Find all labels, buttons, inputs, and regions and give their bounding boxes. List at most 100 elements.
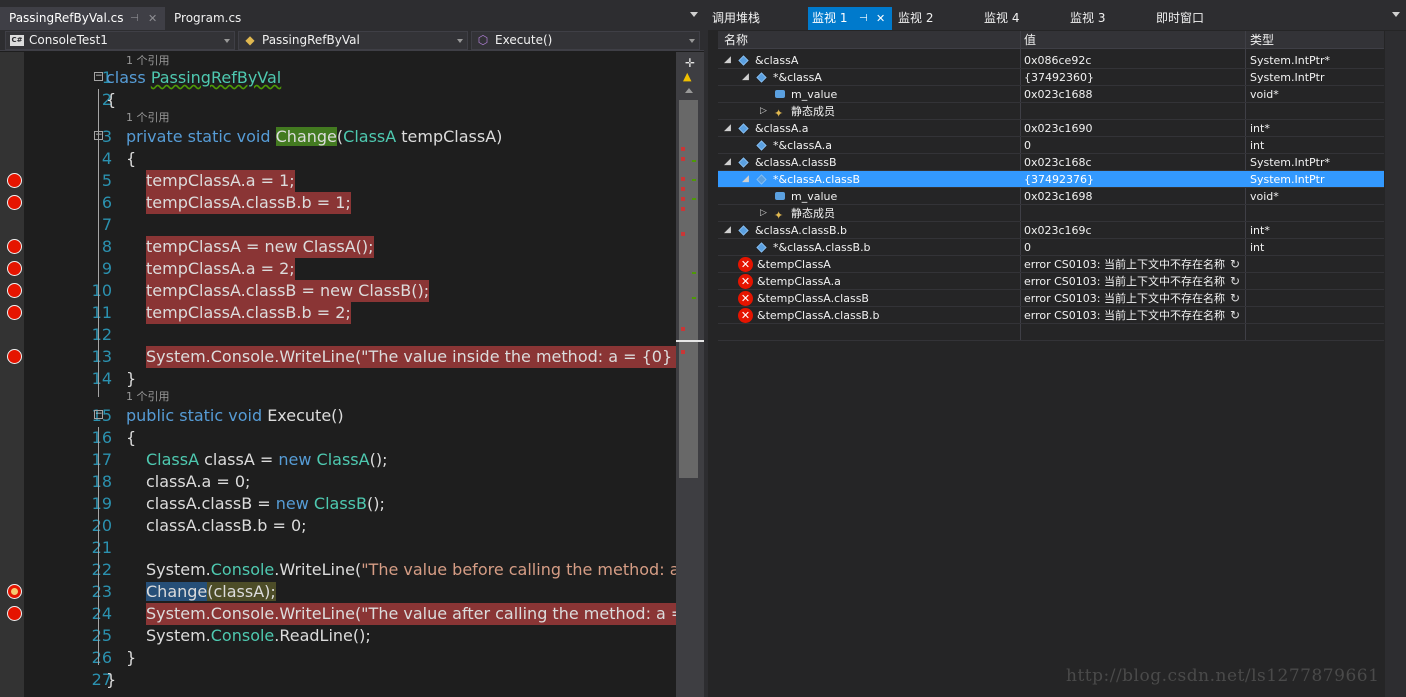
- watch-row[interactable]: m_value 0x023c1688 void*: [718, 86, 1384, 103]
- watch-name[interactable]: &tempClassA: [757, 256, 831, 273]
- watch-row[interactable]: ▷ ✦ 静态成员: [718, 205, 1384, 222]
- codelens-reference-count[interactable]: 1 个引用: [126, 54, 170, 68]
- code-line[interactable]: 23 Change(classA);: [24, 581, 676, 603]
- pin-icon[interactable]: ⊣: [859, 7, 868, 30]
- watch-row[interactable]: ◢ &classA 0x086ce92c System.IntPtr*: [718, 52, 1384, 69]
- breakpoint-icon[interactable]: [7, 239, 22, 254]
- watch-name[interactable]: m_value: [791, 188, 837, 205]
- refresh-icon[interactable]: ↻: [1230, 256, 1240, 273]
- watch-row[interactable]: *&classA.classB.b 0 int: [718, 239, 1384, 256]
- watch-name[interactable]: &classA.a: [755, 120, 808, 137]
- watch-value[interactable]: 0x023c168c: [1024, 154, 1092, 171]
- watch-value[interactable]: error CS0103: 当前上下文中不存在名称: [1024, 256, 1225, 273]
- code-line[interactable]: 24 System.Console.WriteLine("The value af…: [24, 603, 720, 625]
- tab-watch-3[interactable]: 监视 3: [1070, 7, 1150, 30]
- refresh-icon[interactable]: ↻: [1230, 307, 1240, 324]
- code-line[interactable]: 13 System.Console.WriteLine("The value in…: [24, 346, 727, 368]
- collapse-icon[interactable]: ◢: [742, 171, 749, 188]
- member-dropdown[interactable]: ⬡ Execute(): [471, 31, 700, 50]
- code-line[interactable]: 25 System.Console.ReadLine();: [24, 625, 676, 647]
- watch-name[interactable]: 静态成员: [791, 103, 835, 120]
- watch-row[interactable]: ✕ &tempClassA.classB.b error CS0103: 当前上下文…: [718, 307, 1384, 324]
- watch-name[interactable]: *&classA.classB.b: [773, 239, 871, 256]
- refresh-icon[interactable]: ↻: [1230, 290, 1240, 307]
- breakpoint-icon[interactable]: [7, 305, 22, 320]
- watch-name[interactable]: *&classA.a: [773, 137, 832, 154]
- watch-value[interactable]: 0x023c1690: [1024, 120, 1093, 137]
- class-dropdown[interactable]: ◆ PassingRefByVal: [238, 31, 468, 50]
- tab-watch-4[interactable]: 监视 4: [984, 7, 1064, 30]
- column-header-value[interactable]: 值: [1024, 31, 1036, 49]
- watch-name[interactable]: &classA: [755, 52, 798, 69]
- column-header-name[interactable]: 名称: [724, 31, 748, 49]
- watch-value[interactable]: {37492376}: [1024, 171, 1094, 188]
- collapse-icon[interactable]: ◢: [724, 154, 731, 171]
- tab-call-stack[interactable]: 调用堆栈: [712, 7, 802, 30]
- code-line[interactable]: 8 tempClassA = new ClassA();: [24, 236, 676, 258]
- collapse-icon[interactable]: ◢: [724, 222, 731, 239]
- code-line[interactable]: 18 classA.a = 0;: [24, 471, 676, 493]
- tab-program[interactable]: Program.cs: [165, 7, 255, 30]
- breakpoint-icon[interactable]: [7, 606, 22, 621]
- breakpoint-margin[interactable]: [0, 52, 24, 697]
- tab-overflow-dropdown-icon[interactable]: [690, 12, 698, 17]
- watch-row[interactable]: m_value 0x023c1698 void*: [718, 188, 1384, 205]
- collapse-icon[interactable]: ◢: [742, 69, 749, 86]
- code-line[interactable]: 7: [24, 214, 676, 236]
- tab-passingrefbyval[interactable]: PassingRefByVal.cs ⊣ ✕: [0, 7, 165, 30]
- editor-vertical-scrollbar[interactable]: ✛ ▲: [676, 52, 704, 697]
- breakpoint-icon[interactable]: [7, 283, 22, 298]
- watch-value[interactable]: {37492360}: [1024, 69, 1094, 86]
- code-area[interactable]: 1 个引用 1 个引用 1 个引用 1− class PassingRefByVal 2{…: [24, 52, 727, 697]
- code-line[interactable]: 15− public static void Execute(): [24, 405, 676, 427]
- watch-value[interactable]: 0x023c1698: [1024, 188, 1093, 205]
- code-line[interactable]: 5 tempClassA.a = 1;: [24, 170, 676, 192]
- watch-name[interactable]: m_value: [791, 86, 837, 103]
- code-line[interactable]: 3−private static void Change(ClassA temp…: [24, 126, 676, 148]
- breakpoint-icon[interactable]: [7, 261, 22, 276]
- code-line[interactable]: 10 tempClassA.classB = new ClassB();: [24, 280, 676, 302]
- watch-name[interactable]: &classA.classB.b: [755, 222, 847, 239]
- code-line[interactable]: 11 tempClassA.classB.b = 2;: [24, 302, 676, 324]
- code-line[interactable]: 4{: [24, 148, 676, 170]
- watch-row[interactable]: ✕ &tempClassA.classB error CS0103: 当前上下文中不…: [718, 290, 1384, 307]
- collapse-icon[interactable]: −: [94, 72, 103, 81]
- watch-name[interactable]: &tempClassA.a: [757, 273, 841, 290]
- collapse-icon[interactable]: ◢: [724, 120, 731, 137]
- watch-name[interactable]: &tempClassA.classB.b: [757, 307, 879, 324]
- code-line[interactable]: 6 tempClassA.classB.b = 1;: [24, 192, 676, 214]
- breakpoint-icon[interactable]: [7, 195, 22, 210]
- breakpoint-icon[interactable]: [7, 173, 22, 188]
- watch-value[interactable]: 0: [1024, 239, 1031, 256]
- expand-icon[interactable]: ▷: [760, 205, 767, 222]
- watch-value[interactable]: 0: [1024, 137, 1031, 154]
- watch-value[interactable]: error CS0103: 当前上下文中不存在名称: [1024, 307, 1225, 324]
- watch-row[interactable]: *&classA.a 0 int: [718, 137, 1384, 154]
- watch-row[interactable]: ◢ *&classA {37492360} System.IntPtr: [718, 69, 1384, 86]
- watch-value[interactable]: error CS0103: 当前上下文中不存在名称: [1024, 290, 1225, 307]
- watch-name[interactable]: *&classA.classB: [773, 171, 860, 188]
- split-window-icon[interactable]: ✛: [685, 56, 695, 70]
- codelens-reference-count[interactable]: 1 个引用: [126, 390, 170, 404]
- watch-row[interactable]: ▷ ✦ 静态成员: [718, 103, 1384, 120]
- refresh-icon[interactable]: ↻: [1230, 273, 1240, 290]
- current-statement-breakpoint-icon[interactable]: [7, 584, 22, 599]
- watch-value[interactable]: 0x086ce92c: [1024, 52, 1091, 69]
- watch-value[interactable]: error CS0103: 当前上下文中不存在名称: [1024, 273, 1225, 290]
- watch-name[interactable]: &classA.classB: [755, 154, 837, 171]
- tab-watch-2[interactable]: 监视 2: [898, 7, 978, 30]
- watch-row[interactable]: ◢ &classA.classB 0x023c168c System.IntPtr*: [718, 154, 1384, 171]
- watch-vertical-scrollbar[interactable]: [1385, 31, 1406, 697]
- close-icon[interactable]: ✕: [148, 7, 157, 30]
- tab-overflow-dropdown-icon[interactable]: [1392, 12, 1400, 17]
- code-line[interactable]: 14}: [24, 368, 676, 390]
- new-watch-row[interactable]: [718, 324, 1384, 341]
- watch-row[interactable]: ◢ *&classA.classB {37492376} System.IntPtr: [718, 171, 1384, 188]
- codelens-reference-count[interactable]: 1 个引用: [126, 111, 170, 125]
- collapse-icon[interactable]: −: [94, 410, 103, 419]
- watch-name[interactable]: &tempClassA.classB: [757, 290, 869, 307]
- watch-value[interactable]: 0x023c169c: [1024, 222, 1092, 239]
- code-line[interactable]: 26}: [24, 647, 676, 669]
- code-line[interactable]: 20 classA.classB.b = 0;: [24, 515, 676, 537]
- watch-name[interactable]: *&classA: [773, 69, 822, 86]
